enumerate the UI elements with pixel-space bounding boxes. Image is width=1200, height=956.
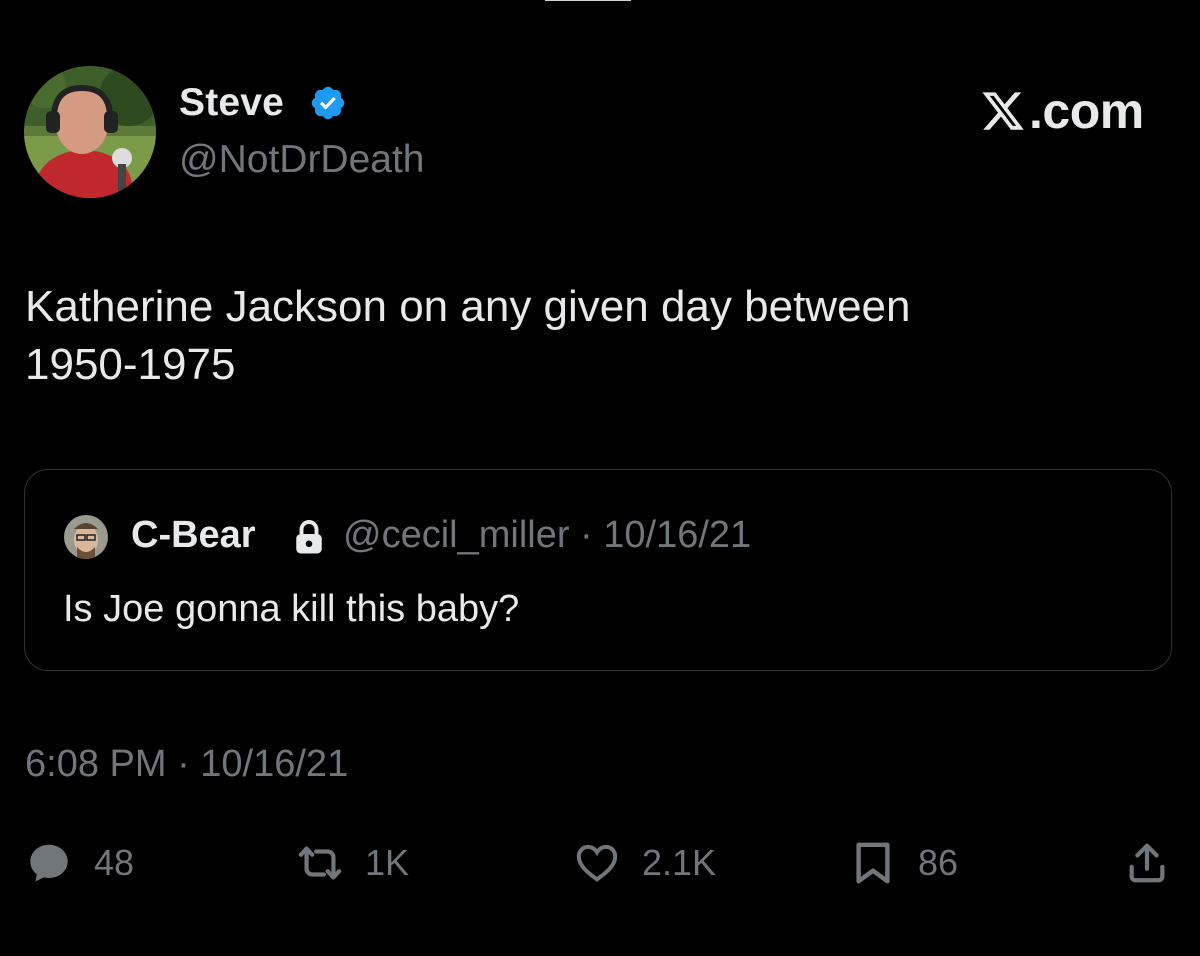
- reply-icon: [30, 844, 68, 882]
- quote-handle-date: @cecil_miller · 10/16/21: [343, 514, 752, 556]
- like-count: 2.1K: [642, 842, 717, 883]
- lock-icon: [296, 520, 322, 554]
- author-avatar[interactable]: [24, 66, 156, 198]
- repost-icon: [298, 846, 342, 880]
- quote-author-avatar[interactable]: [64, 515, 108, 559]
- repost-button[interactable]: 1K: [297, 838, 409, 888]
- like-icon: [576, 844, 618, 882]
- bookmark-count: 86: [918, 842, 959, 883]
- page-title-cropped: [545, 0, 631, 1]
- share-icon: [1129, 843, 1165, 883]
- bookmark-icon: [856, 842, 890, 884]
- top-bar-cropped: [0, 0, 1200, 8]
- bookmark-button[interactable]: 86: [850, 838, 958, 888]
- share-button[interactable]: [1124, 838, 1170, 888]
- author-handle[interactable]: @NotDrDeath: [179, 138, 425, 182]
- tweet-text: Katherine Jackson on any given day betwe…: [25, 278, 1125, 394]
- x-logo-icon: [982, 92, 1024, 130]
- quote-author-name[interactable]: C-Bear: [131, 514, 256, 557]
- tweet-text-line-1: Katherine Jackson on any given day betwe…: [25, 282, 911, 331]
- reply-button[interactable]: 48: [26, 838, 134, 888]
- brand-watermark: .com: [979, 86, 1144, 136]
- quoted-tweet-card[interactable]: C-Bear @cecil_miller · 10/16/21 Is Joe g…: [24, 469, 1172, 671]
- repost-count: 1K: [365, 842, 410, 883]
- tweet-timestamp[interactable]: 6:08 PM · 10/16/21: [25, 743, 348, 786]
- like-button[interactable]: 2.1K: [574, 838, 716, 888]
- reply-count: 48: [94, 842, 135, 883]
- verified-badge-icon: [311, 86, 345, 120]
- quote-text: Is Joe gonna kill this baby?: [63, 588, 520, 630]
- tweet-text-line-2: 1950-1975: [25, 340, 236, 389]
- author-name[interactable]: Steve: [179, 81, 284, 125]
- brand-suffix: .com: [1029, 83, 1144, 139]
